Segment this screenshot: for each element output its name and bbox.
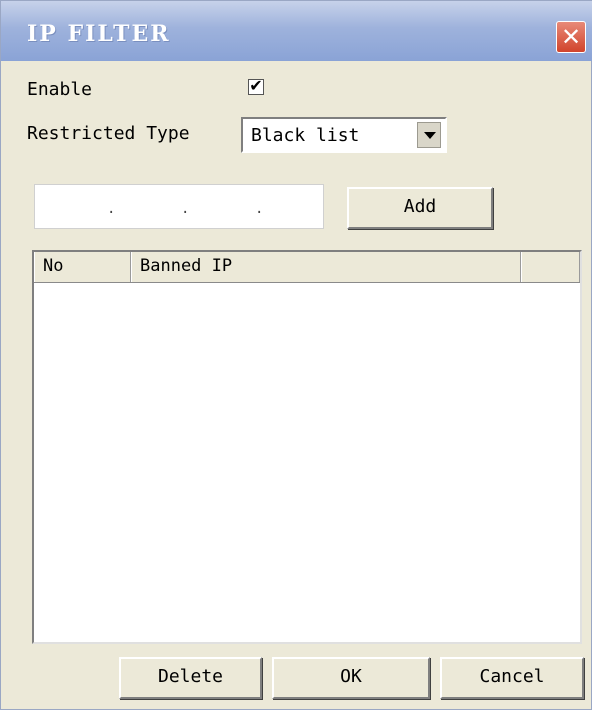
restricted-type-select[interactable]: Black list <box>241 117 447 153</box>
delete-button[interactable]: Delete <box>119 657 262 699</box>
column-header-label: Banned IP <box>140 256 233 276</box>
ip-address-input[interactable]: . . . <box>34 184 324 229</box>
banned-ip-list[interactable]: No Banned IP <box>32 250 582 644</box>
add-button[interactable]: Add <box>347 187 493 229</box>
column-header-extra[interactable] <box>521 252 580 282</box>
ip-filter-dialog: IP FILTER ✕ Enable ✔ Restricted Type Bla… <box>0 0 592 710</box>
cancel-button[interactable]: Cancel <box>440 657 584 699</box>
list-header: No Banned IP <box>34 252 580 283</box>
chevron-down-icon <box>424 132 436 139</box>
restricted-type-label: Restricted Type <box>27 123 190 144</box>
column-header-banned-ip[interactable]: Banned IP <box>131 252 521 282</box>
restricted-type-value: Black list <box>251 125 360 146</box>
enable-checkbox[interactable]: ✔ <box>248 76 264 95</box>
column-header-label: No <box>43 256 64 276</box>
dropdown-button[interactable] <box>417 122 441 148</box>
close-button[interactable]: ✕ <box>556 21 586 53</box>
ip-dot-separator: . <box>181 201 190 217</box>
column-header-no[interactable]: No <box>34 252 131 282</box>
close-icon: ✕ <box>560 23 582 51</box>
window-title: IP FILTER <box>27 21 171 47</box>
ip-dot-separator: . <box>255 201 264 217</box>
ok-button[interactable]: OK <box>272 657 430 699</box>
ip-dot-separator: . <box>107 201 116 217</box>
enable-label: Enable <box>27 79 93 100</box>
title-bar[interactable]: IP FILTER ✕ <box>1 1 592 61</box>
checkmark-icon: ✔ <box>249 76 263 95</box>
